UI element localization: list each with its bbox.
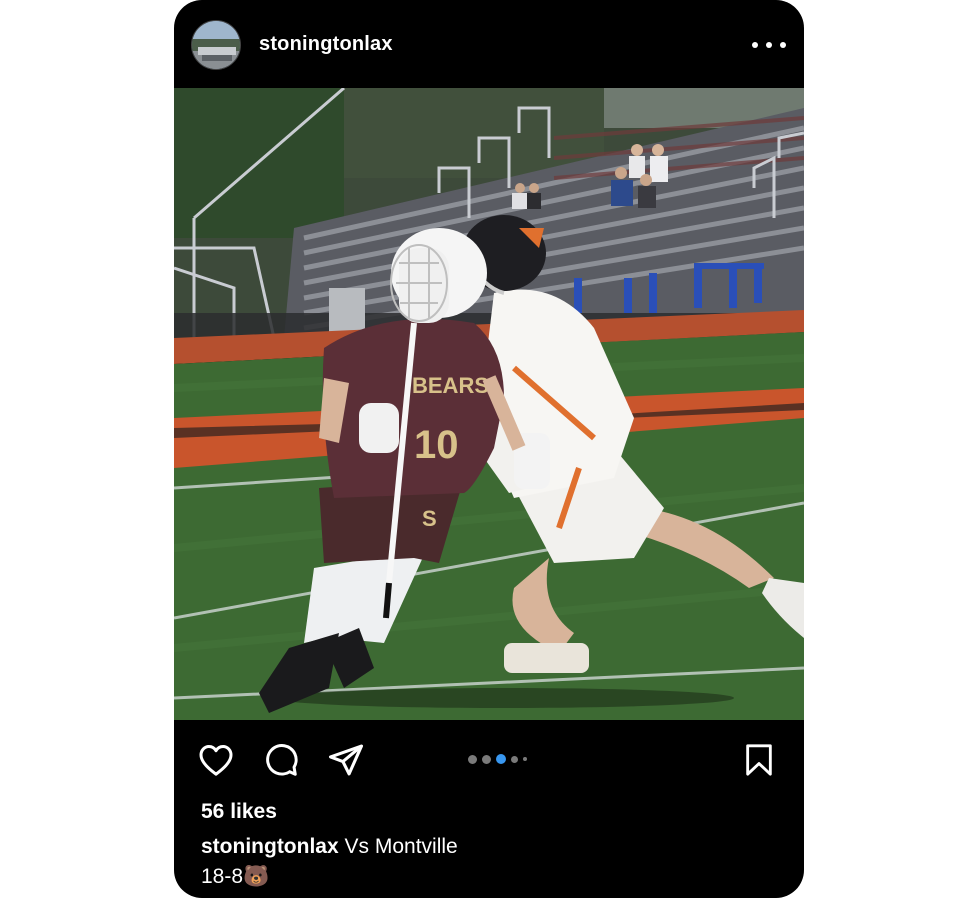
carousel-dot [468,754,477,764]
profile-avatar[interactable] [191,20,241,70]
more-options-icon[interactable] [752,30,786,60]
comment-icon[interactable] [261,740,301,780]
instagram-post: stoningtonlax S BEARS 10 56 likes stonin… [174,0,804,898]
post-image[interactable]: S BEARS 10 [174,86,804,720]
bookmark-icon[interactable] [739,740,779,780]
caption-text: Vs Montville [344,835,458,858]
post-caption: stoningtonlax Vs Montville 18-8🐻 [201,832,621,892]
post-username[interactable]: stoningtonlax [259,33,393,56]
heart-icon[interactable] [196,740,236,780]
jersey-number: 10 [414,423,459,467]
likes-count[interactable]: 56 likes [201,800,277,824]
carousel-dot [523,757,527,761]
carousel-dot [482,754,491,764]
carousel-indicator [468,753,527,765]
post-header: stoningtonlax [174,0,804,88]
svg-text:S: S [422,506,437,531]
post-actions-bar [174,720,804,800]
carousel-dot [511,755,518,763]
carousel-dot-active [496,754,506,764]
share-icon[interactable] [326,740,366,780]
bear-emoji: 🐻 [243,865,270,888]
caption-score: 18-8 [201,865,244,888]
jersey-text: BEARS [412,373,489,398]
caption-username[interactable]: stoningtonlax [201,835,339,858]
